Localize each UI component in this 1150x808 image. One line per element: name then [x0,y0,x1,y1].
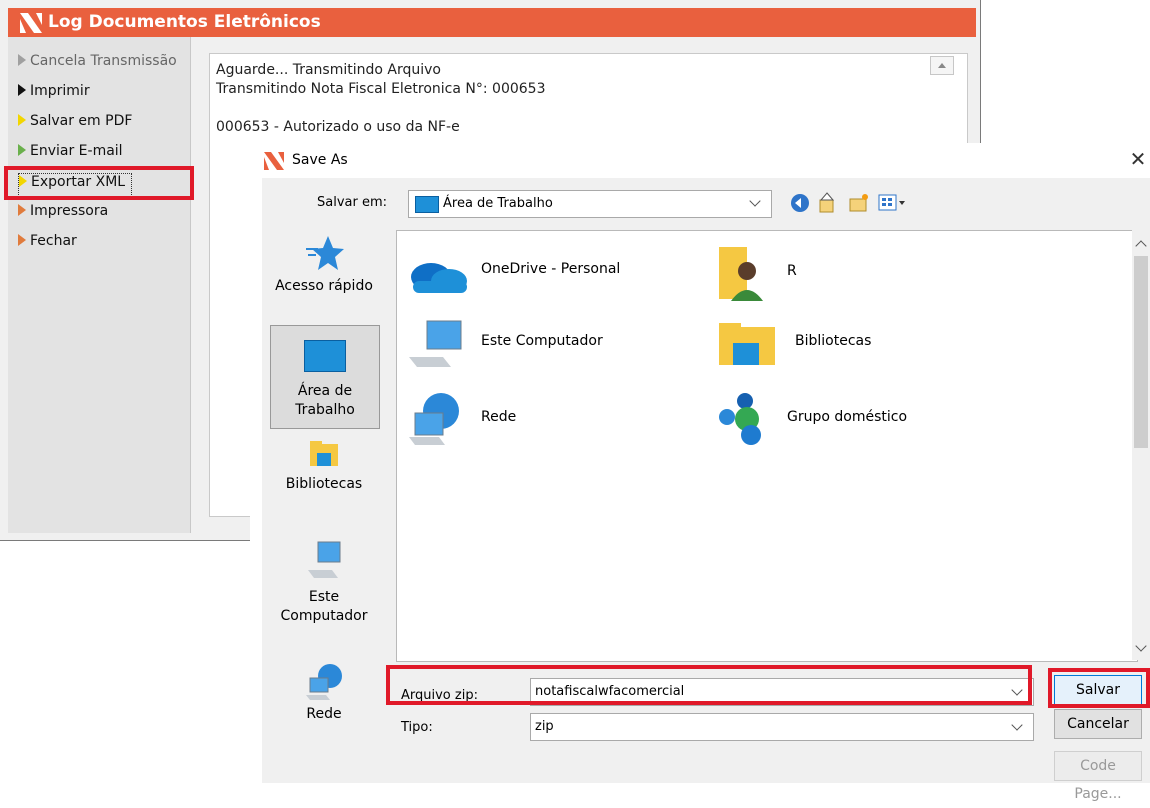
menu-fechar[interactable]: Fechar [18,233,77,255]
save-button-highlight [1048,668,1150,708]
computer-icon [409,320,462,367]
cancel-button[interactable]: Cancelar [1054,709,1142,739]
menu-salvar-pdf[interactable]: Salvar em PDF [18,113,132,135]
place-label: Este Computador [280,589,368,624]
type-label: Tipo: [401,720,433,735]
file-name: R [787,263,797,279]
place-label: Acesso rápido [275,278,373,294]
network-icon [306,664,342,700]
log-window-title: Log Documentos Eletrônicos [48,12,321,32]
file-item-onedrive[interactable]: OneDrive - Personal [405,253,620,293]
log-scroll-up-button[interactable] [930,56,954,75]
type-value: zip [535,719,554,734]
app-logo-icon [264,152,284,170]
arrow-icon [18,84,26,96]
app-logo-icon [20,13,42,33]
star-icon [306,236,344,270]
user-folder-icon [719,247,763,301]
scroll-up-icon [938,63,946,68]
chevron-down-icon[interactable] [1135,640,1147,652]
chevron-up-icon[interactable] [1135,240,1147,252]
arrow-icon [18,234,26,246]
desktop-icon [304,340,346,372]
menu-label: Enviar E-mail [30,143,123,159]
file-list[interactable]: OneDrive - Personal R Este Computador Bi… [396,230,1138,662]
place-area-de-trabalho[interactable]: Área de Trabalho [270,325,380,429]
save-as-dialog: Save As ✕ Salvar em: Área de Trabalho Ac… [250,143,1150,802]
file-item-grupo-domestico[interactable]: Grupo doméstico [717,391,907,445]
computer-icon [308,541,341,578]
scrollbar-thumb[interactable] [1134,256,1148,448]
save-in-value: Área de Trabalho [443,196,553,211]
arrow-icon [18,204,26,216]
onedrive-icon [411,263,467,293]
chevron-down-icon [1011,719,1023,731]
file-item-rede[interactable]: Rede [405,391,516,447]
save-in-label: Salvar em: [317,195,388,210]
file-item-bibliotecas[interactable]: Bibliotecas [717,321,871,367]
menu-enviar-email[interactable]: Enviar E-mail [18,143,123,165]
exportar-xml-highlight [4,166,194,200]
view-menu-icon[interactable] [878,192,908,214]
menu-label: Impressora [30,203,109,219]
arrow-icon [18,114,26,126]
file-list-scrollbar[interactable] [1132,230,1150,660]
place-label: Bibliotecas [285,476,363,492]
libraries-icon [719,323,775,365]
place-este-computador[interactable]: Este Computador [270,540,378,650]
menu-imprimir[interactable]: Imprimir [18,83,90,105]
menu-label: Fechar [30,233,77,249]
log-line: 000653 - Autorizado o uso da NF-e [216,119,460,135]
file-name: Bibliotecas [795,333,872,349]
place-acesso-rapido[interactable]: Acesso rápido [270,230,378,310]
code-page-button[interactable]: Code Page... [1054,751,1142,802]
dialog-title: Save As [292,152,348,168]
log-window-titlebar: Log Documentos Eletrônicos [8,8,976,37]
place-rede[interactable]: Rede [270,662,378,762]
dialog-titlebar: Save As ✕ [250,143,1150,178]
log-line: Transmitindo Nota Fiscal Eletronica N°: … [216,81,546,97]
up-folder-icon[interactable] [818,192,838,214]
file-name: OneDrive - Personal [481,261,621,277]
place-label: Área de Trabalho [295,383,355,418]
file-name: Este Computador [481,333,603,349]
file-name: Grupo doméstico [787,409,908,425]
file-item-este-computador[interactable]: Este Computador [405,319,603,369]
chevron-down-icon [749,195,761,207]
libraries-icon [310,441,338,466]
close-icon[interactable]: ✕ [1126,147,1150,173]
new-folder-icon[interactable] [848,192,870,214]
file-item-r[interactable]: R [717,243,797,303]
log-line: Aguarde... Transmitindo Arquivo [216,62,441,78]
menu-label: Salvar em PDF [30,113,133,129]
save-in-dropdown[interactable]: Área de Trabalho [408,190,772,218]
network-icon [409,393,459,445]
back-icon[interactable] [790,193,810,213]
arrow-icon [18,54,26,66]
desktop-icon [415,196,439,213]
filename-highlight [386,665,1032,705]
menu-label: Imprimir [30,83,90,99]
place-label: Rede [306,706,342,722]
menu-label: Cancela Transmissão [30,53,177,69]
menu-cancela-transmissao[interactable]: Cancela Transmissão [18,53,177,75]
homegroup-icon [719,393,761,445]
action-menu: Cancela Transmissão Imprimir Salvar em P… [8,37,191,533]
file-name: Rede [481,409,517,425]
type-dropdown[interactable]: zip [530,713,1034,741]
place-bibliotecas[interactable]: Bibliotecas [270,440,378,520]
arrow-icon [18,144,26,156]
menu-impressora[interactable]: Impressora [18,203,108,225]
places-bar: Acesso rápido Área de Trabalho Bibliotec… [262,230,387,783]
